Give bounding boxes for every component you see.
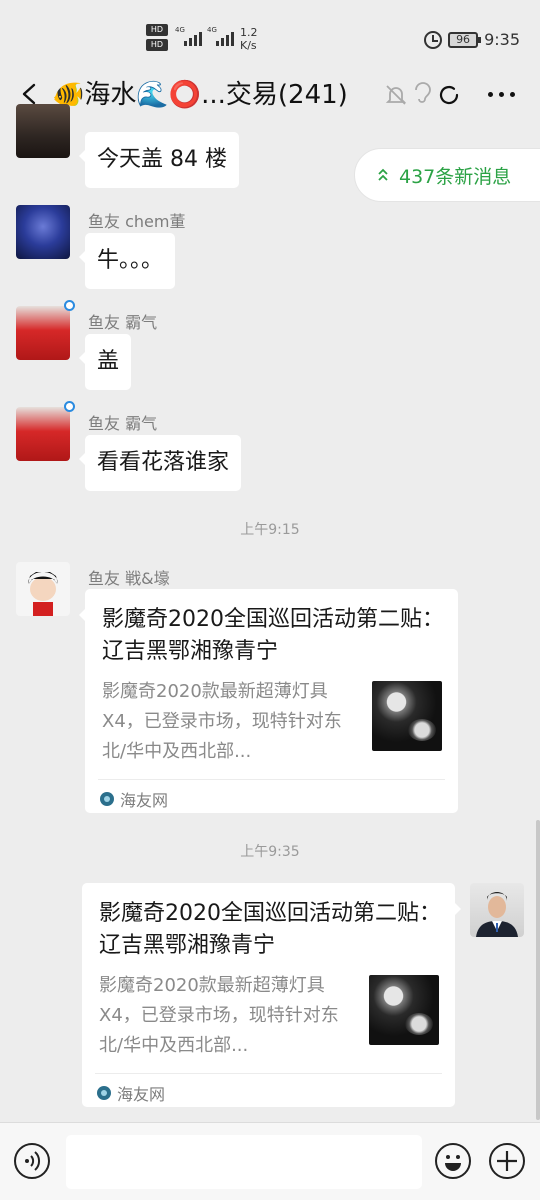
avatar[interactable]	[16, 407, 70, 461]
chat-title: 🐠海水🌊⭕...交易(241)	[52, 80, 348, 110]
hd-badge: HD	[146, 24, 168, 36]
source-logo-icon	[97, 1086, 111, 1100]
plus-icon	[497, 1151, 517, 1171]
scrollbar[interactable]	[536, 820, 540, 1120]
card-thumbnail	[372, 681, 442, 751]
sender-name: 鱼友 霸气	[88, 414, 158, 433]
chat-header: 🐠海水🌊⭕...交易(241)	[0, 70, 540, 122]
timestamp: 上午9:35	[240, 844, 300, 860]
battery-icon: 96	[448, 31, 482, 48]
voice-icon[interactable]	[14, 1143, 50, 1179]
input-bar	[0, 1122, 540, 1200]
network-speed: 1.2 K/s	[240, 26, 258, 52]
avatar[interactable]	[16, 562, 70, 616]
status-right: 96 9:35	[424, 30, 520, 49]
signal-icon	[184, 32, 202, 46]
my-avatar[interactable]	[470, 883, 524, 937]
new-messages-label: 437条新消息	[399, 165, 512, 188]
divider	[95, 1073, 442, 1074]
card-title: 影魔奇2020全国巡回活动第二贴： 辽吉黑鄂湘豫青宁	[102, 607, 444, 664]
card-source: 海友网	[100, 787, 168, 811]
sender-name: 鱼友 戦&壕	[88, 569, 170, 588]
link-card[interactable]: 影魔奇2020全国巡回活动第二贴： 辽吉黑鄂湘豫青宁 影魔奇2020款最新超薄灯…	[79, 589, 458, 813]
more-icon[interactable]	[488, 92, 515, 97]
avatar[interactable]	[16, 205, 70, 259]
status-time: 9:35	[484, 30, 520, 49]
card-source: 海友网	[97, 1081, 165, 1105]
ear-icon	[415, 82, 431, 103]
card-thumbnail	[369, 975, 439, 1045]
source-logo-icon	[100, 792, 114, 806]
divider	[98, 779, 445, 780]
smiley-icon	[445, 1155, 461, 1171]
sender-name: 鱼友 chem董	[88, 212, 186, 231]
loading-icon	[439, 85, 459, 105]
card-description: 影魔奇2020款最新超薄灯具X4，已登录市场，现特针对东北/华中及西北部...	[99, 975, 339, 1056]
add-icon[interactable]	[489, 1143, 525, 1179]
hd-badge: HD	[146, 39, 168, 51]
message-bubble[interactable]: 牛。。。	[78, 233, 176, 289]
message-input[interactable]	[66, 1135, 422, 1189]
card-description: 影魔奇2020款最新超薄灯具X4，已登录市场，现特针对东北/华中及西北部...	[102, 681, 342, 762]
new-messages-button[interactable]: 437条新消息	[354, 148, 540, 202]
status-dot-icon	[64, 300, 75, 311]
avatar[interactable]	[16, 104, 70, 158]
person-avatar-icon	[476, 892, 518, 937]
status-dot-icon	[64, 401, 75, 412]
mute-bell-icon	[385, 85, 407, 105]
alarm-icon	[424, 30, 443, 49]
back-arrow-icon[interactable]	[18, 82, 42, 106]
voice-wave-icon	[25, 1151, 41, 1171]
message-bubble[interactable]: 盖	[78, 334, 132, 390]
message-bubble[interactable]: 看看花落谁家	[78, 435, 242, 491]
double-chevron-up-icon	[378, 168, 388, 181]
timestamp: 上午9:15	[240, 522, 300, 538]
card-title: 影魔奇2020全国巡回活动第二贴： 辽吉黑鄂湘豫青宁	[99, 901, 441, 958]
emoji-icon[interactable]	[435, 1143, 471, 1179]
link-card[interactable]: 影魔奇2020全国巡回活动第二贴： 辽吉黑鄂湘豫青宁 影魔奇2020款最新超薄灯…	[82, 883, 461, 1107]
cartoon-avatar-icon	[28, 572, 58, 616]
signal-icon	[216, 32, 234, 46]
message-bubble[interactable]: 今天盖 84 楼	[79, 132, 239, 188]
status-bar: HD HD 4G 4G 1.2 K/s 96 9:35	[0, 0, 540, 70]
hd-indicators: HD HD	[146, 24, 172, 54]
avatar[interactable]	[16, 306, 70, 360]
sender-name: 鱼友 霸气	[88, 313, 158, 332]
